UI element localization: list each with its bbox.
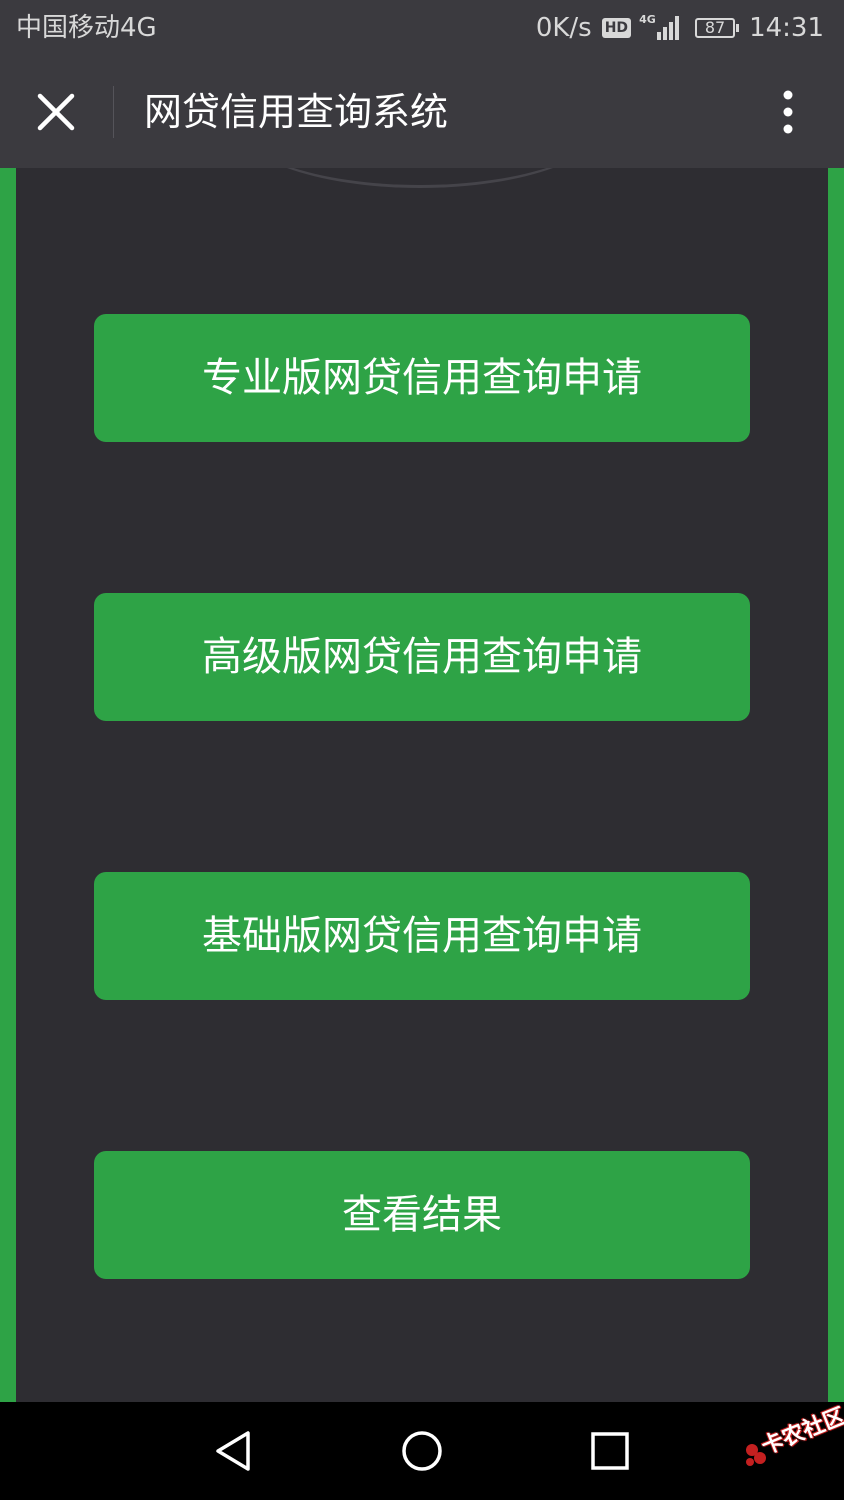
page-content: 专业版网贷信用查询申请 高级版网贷信用查询申请 基础版网贷信用查询申请 查看结果 — [0, 168, 844, 1402]
professional-query-button[interactable]: 专业版网贷信用查询申请 — [94, 314, 750, 442]
status-bar: 中国移动4G 0K/s HD 4G 87 14:31 — [0, 0, 844, 56]
recents-square-icon[interactable] — [588, 1429, 632, 1473]
title-bar: 网贷信用查询系统 — [0, 56, 844, 168]
title-divider — [113, 86, 114, 138]
watermark: 卡农社区 — [742, 1404, 844, 1480]
right-green-border — [828, 168, 844, 1402]
basic-query-button[interactable]: 基础版网贷信用查询申请 — [94, 872, 750, 1000]
more-vertical-icon — [783, 90, 793, 134]
network-type-label: 4G — [639, 13, 656, 26]
hd-icon: HD — [601, 18, 632, 38]
back-triangle-icon[interactable] — [212, 1429, 256, 1473]
watermark-text: 卡农社区 — [758, 1403, 844, 1460]
close-button[interactable] — [30, 86, 82, 138]
page-title: 网贷信用查询系统 — [144, 90, 449, 134]
network-speed: 0K/s — [535, 13, 592, 43]
status-indicators: 0K/s HD 4G 87 14:31 — [536, 12, 824, 44]
left-green-border — [0, 168, 16, 1402]
carrier-label: 中国移动4G — [16, 13, 157, 43]
navigation-bar — [0, 1402, 844, 1500]
battery-icon: 87 — [695, 18, 740, 38]
more-options-button[interactable] — [772, 86, 804, 138]
home-circle-icon[interactable] — [400, 1429, 444, 1473]
close-icon — [37, 93, 75, 131]
view-results-button[interactable]: 查看结果 — [94, 1151, 750, 1279]
clock: 14:31 — [749, 13, 824, 43]
signal-icon: 4G — [639, 14, 683, 42]
advanced-query-button[interactable]: 高级版网贷信用查询申请 — [94, 593, 750, 721]
decorative-arc — [230, 168, 610, 188]
